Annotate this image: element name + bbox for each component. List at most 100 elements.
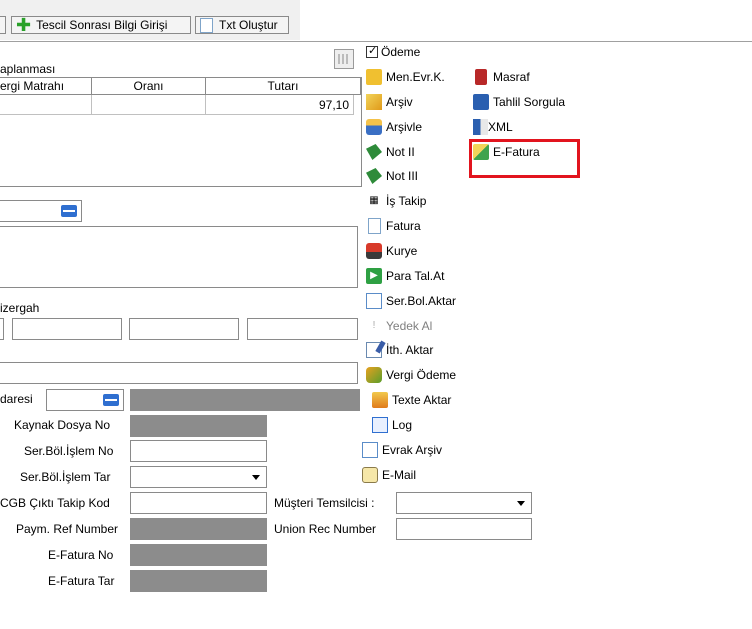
menu-label: Kurye xyxy=(386,244,418,258)
menu-tahlil-sorgula[interactable]: Tahlil Sorgula xyxy=(473,92,565,112)
menu-label: XML xyxy=(488,120,513,134)
tax-grid: ergi Matrahı Oranı Tutarı 97,10 xyxy=(0,77,362,187)
menu-masraf[interactable]: Masraf xyxy=(473,67,530,87)
ser-bol-islem-tar-label: Ser.Böl.İşlem Tar xyxy=(20,470,111,484)
log-icon xyxy=(372,417,388,433)
menu-label: E-Mail xyxy=(382,468,417,482)
book-green-icon xyxy=(366,168,382,184)
odeme-checkbox[interactable]: ✓ Ödeme xyxy=(366,42,420,62)
menu-fatura[interactable]: Fatura xyxy=(366,216,421,236)
menu-label: Arşivle xyxy=(386,120,423,134)
menu-label: İth. Aktar xyxy=(386,343,434,357)
route-field-4[interactable] xyxy=(247,318,358,340)
menu-vergi-odeme[interactable]: Vergi Ödeme xyxy=(366,365,456,385)
guzergah-label: izergah xyxy=(0,301,40,315)
idaresi-name-field xyxy=(130,389,360,411)
odeme-label: Ödeme xyxy=(381,45,421,59)
chevron-down-icon[interactable] xyxy=(252,475,260,480)
ser-bol-islem-tar-dropdown[interactable] xyxy=(130,466,267,488)
tescil-sonrasi-button[interactable]: ✚ Tescil Sonrası Bilgi Girişi xyxy=(11,16,191,34)
menu-label: Evrak Arşiv xyxy=(382,443,443,457)
arrow-green-icon: ▶ xyxy=(366,268,382,284)
toolbar-button-partial[interactable] xyxy=(0,16,6,34)
plus-icon: ✚ xyxy=(16,15,32,35)
notes-textarea[interactable] xyxy=(0,226,358,288)
lookup-field[interactable] xyxy=(0,200,82,222)
menu-label: Arşiv xyxy=(386,95,413,109)
menu-label: Tahlil Sorgula xyxy=(493,95,566,109)
menu-is-takip[interactable]: ▦ İş Takip xyxy=(366,191,426,211)
menu-not-iii[interactable]: Not III xyxy=(366,166,418,186)
ser-bol-islem-no-label: Ser.Böl.İşlem No xyxy=(24,444,114,458)
book-green-icon xyxy=(366,144,382,160)
cgb-cikti-field[interactable] xyxy=(130,492,267,514)
union-rec-label: Union Rec Number xyxy=(274,522,377,536)
grid-caption: aplanması xyxy=(0,62,56,76)
menu-label: Ser.Bol.Aktar xyxy=(386,294,457,308)
menu-label: Fatura xyxy=(386,219,421,233)
column-header-tutari[interactable]: Tutarı xyxy=(206,78,361,95)
text-export-icon xyxy=(372,392,388,408)
e-fatura-highlight-box xyxy=(469,139,580,178)
menu-evrak-arsiv[interactable]: Evrak Arşiv xyxy=(362,440,442,460)
grid-cell[interactable] xyxy=(0,95,92,115)
document-archive-icon xyxy=(362,442,378,458)
menu-ser-bol-aktar[interactable]: Ser.Bol.Aktar xyxy=(366,291,456,311)
menu-kurye[interactable]: Kurye xyxy=(366,241,417,261)
menu-label: Texte Aktar xyxy=(392,393,452,407)
column-header-orani[interactable]: Oranı xyxy=(92,78,206,95)
route-field-2[interactable] xyxy=(12,318,122,340)
paym-ref-field xyxy=(130,518,267,540)
union-rec-field[interactable] xyxy=(396,518,532,540)
menu-yedek-al[interactable]: ! Yedek Al xyxy=(366,316,433,336)
backup-icon: ! xyxy=(372,320,376,331)
paym-ref-label: Paym. Ref Number xyxy=(16,522,119,536)
menu-not-ii[interactable]: Not II xyxy=(366,142,415,162)
column-header-vergi-matrahi[interactable]: ergi Matrahı xyxy=(0,78,92,95)
document-icon xyxy=(368,218,381,234)
efatura-tar-label: E-Fatura Tar xyxy=(48,574,115,588)
folder-icon xyxy=(366,69,382,85)
menu-label: Para Tal.At xyxy=(386,269,445,283)
menu-label: Log xyxy=(392,418,413,432)
txt-olustur-button[interactable]: Txt Oluştur xyxy=(195,16,289,34)
menu-e-mail[interactable]: E-Mail xyxy=(362,465,416,485)
efatura-no-label: E-Fatura No xyxy=(48,548,114,562)
description-field[interactable] xyxy=(0,362,358,384)
menu-label: Not III xyxy=(386,169,419,183)
efatura-no-field xyxy=(130,544,267,566)
checkbox-checked-icon[interactable]: ✓ xyxy=(366,45,378,58)
grid-cell-tutari[interactable]: 97,10 xyxy=(206,95,354,115)
courier-icon xyxy=(366,243,382,259)
xml-icon xyxy=(473,119,488,135)
route-field-3[interactable] xyxy=(129,318,239,340)
menu-ith-aktar[interactable]: İth. Aktar xyxy=(366,340,433,360)
ser-bol-islem-no-field[interactable] xyxy=(130,440,267,462)
menu-label: Men.Evr.K. xyxy=(386,70,445,84)
route-field-1[interactable] xyxy=(0,318,4,340)
menu-para-tal-at[interactable]: ▶ Para Tal.At xyxy=(366,266,444,286)
musteri-temsilcisi-dropdown[interactable] xyxy=(396,492,532,514)
menu-xml[interactable]: XML xyxy=(473,117,513,137)
menu-label: Not II xyxy=(386,145,415,159)
archive-icon xyxy=(366,94,382,110)
lookup-button-icon[interactable] xyxy=(103,394,119,406)
menu-arsiv[interactable]: Arşiv xyxy=(366,92,413,112)
chevron-down-icon[interactable] xyxy=(517,501,525,506)
menu-texte-aktar[interactable]: Texte Aktar xyxy=(372,390,451,410)
mail-icon xyxy=(362,467,378,483)
menu-log[interactable]: Log xyxy=(372,415,412,435)
grid-cell[interactable] xyxy=(92,95,206,115)
txt-olustur-label: Txt Oluştur xyxy=(219,18,278,32)
menu-men-evr-k[interactable]: Men.Evr.K. xyxy=(366,67,445,87)
lookup-button-icon[interactable] xyxy=(61,205,77,217)
menu-label: İş Takip xyxy=(386,194,427,208)
calculator-icon[interactable] xyxy=(334,49,354,69)
kaynak-dosya-field xyxy=(130,415,267,437)
cgb-cikti-label: CGB Çıktı Takip Kod xyxy=(0,496,110,510)
idaresi-field[interactable] xyxy=(46,389,124,411)
efatura-tar-field xyxy=(130,570,267,592)
import-icon xyxy=(366,340,386,358)
menu-arsivle[interactable]: Arşivle xyxy=(366,117,422,137)
idaresi-label: daresi xyxy=(0,392,33,406)
